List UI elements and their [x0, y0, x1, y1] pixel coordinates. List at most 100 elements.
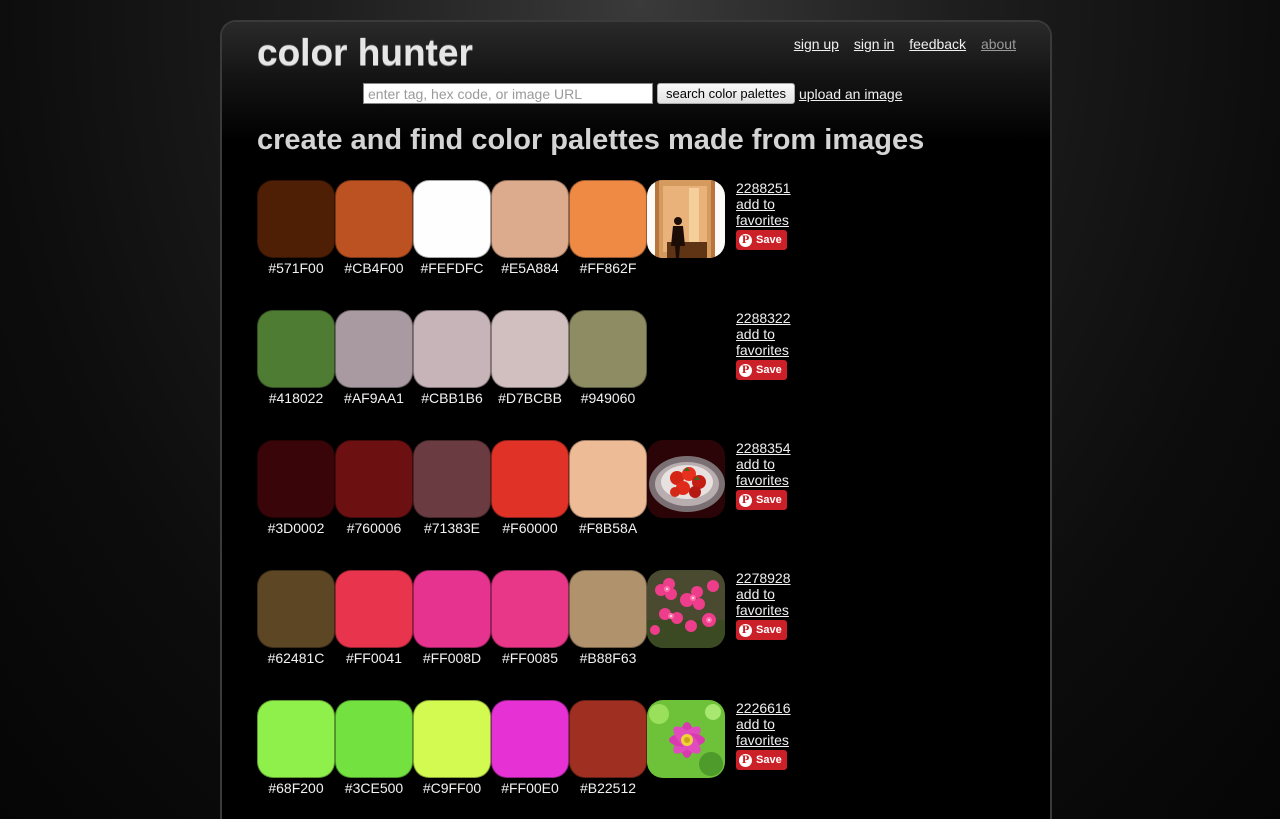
- color-chip[interactable]: [413, 440, 491, 518]
- swatch[interactable]: #D7BCBB: [491, 310, 569, 406]
- corridor-image: [647, 180, 725, 258]
- pinterest-save-button[interactable]: P Save: [736, 230, 787, 250]
- palette-id-link[interactable]: 2226616: [736, 700, 791, 716]
- palette-id-link[interactable]: 2288354: [736, 440, 791, 456]
- hex-label: #D7BCBB: [498, 390, 562, 406]
- palette-row: #62481C #FF0041 #FF008D #FF0085 #B88F63: [257, 570, 791, 700]
- swatch[interactable]: #CBB1B6: [413, 310, 491, 406]
- swatch[interactable]: #3D0002: [257, 440, 335, 536]
- color-chip[interactable]: [413, 180, 491, 258]
- color-chip[interactable]: [413, 570, 491, 648]
- palette-swatches: #418022 #AF9AA1 #CBB1B6 #D7BCBB #949060: [257, 310, 647, 406]
- color-chip[interactable]: [335, 440, 413, 518]
- swatch[interactable]: #F60000: [491, 440, 569, 536]
- color-chip[interactable]: [491, 440, 569, 518]
- swatch[interactable]: #CB4F00: [335, 180, 413, 276]
- palette-row: #571F00 #CB4F00 #FEFDFC #E5A884 #FF862F: [257, 180, 791, 310]
- save-label: Save: [756, 624, 782, 636]
- swatch[interactable]: #FF008D: [413, 570, 491, 666]
- color-chip[interactable]: [257, 180, 335, 258]
- palette-thumbnail-corridor[interactable]: [647, 180, 725, 258]
- palette-row: #3D0002 #760006 #71383E #F60000 #F8B58A: [257, 440, 791, 570]
- hex-label: #68F200: [268, 780, 324, 796]
- swatch[interactable]: #E5A884: [491, 180, 569, 276]
- pinterest-save-button[interactable]: P Save: [736, 620, 787, 640]
- color-chip[interactable]: [491, 180, 569, 258]
- color-chip[interactable]: [491, 310, 569, 388]
- pinterest-save-button[interactable]: P Save: [736, 750, 787, 770]
- swatch[interactable]: #AF9AA1: [335, 310, 413, 406]
- add-to-favorites-link[interactable]: add to favorites: [736, 586, 791, 618]
- hex-label: #3D0002: [267, 520, 325, 536]
- hex-label: #FF0041: [345, 650, 403, 666]
- add-to-favorites-link[interactable]: add to favorites: [736, 196, 791, 228]
- palette-thumbnail-pink-flowers[interactable]: [647, 570, 725, 648]
- color-chip[interactable]: [413, 310, 491, 388]
- swatch[interactable]: #FF0041: [335, 570, 413, 666]
- color-chip[interactable]: [569, 310, 647, 388]
- swatch[interactable]: #FEFDFC: [413, 180, 491, 276]
- add-to-favorites-link[interactable]: add to favorites: [736, 326, 791, 358]
- sign-in-link[interactable]: sign in: [854, 36, 894, 52]
- hex-label: #71383E: [423, 520, 481, 536]
- about-link[interactable]: about: [981, 36, 1016, 52]
- color-chip[interactable]: [413, 700, 491, 778]
- swatch[interactable]: #71383E: [413, 440, 491, 536]
- pinterest-save-button[interactable]: P Save: [736, 490, 787, 510]
- palette-id-link[interactable]: 2288322: [736, 310, 791, 326]
- swatch[interactable]: #B22512: [569, 700, 647, 796]
- palette-id-link[interactable]: 2278928: [736, 570, 791, 586]
- palette-thumbnail-cosmos-flower[interactable]: [647, 700, 725, 778]
- hex-label: #FF00E0: [501, 780, 559, 796]
- search-input[interactable]: [363, 83, 653, 104]
- pinterest-icon: P: [739, 753, 752, 767]
- hex-label: #418022: [268, 390, 324, 406]
- swatch[interactable]: #68F200: [257, 700, 335, 796]
- palette-swatches: #62481C #FF0041 #FF008D #FF0085 #B88F63: [257, 570, 647, 666]
- save-label: Save: [756, 234, 782, 246]
- color-chip[interactable]: [569, 700, 647, 778]
- color-chip[interactable]: [257, 570, 335, 648]
- swatch[interactable]: #571F00: [257, 180, 335, 276]
- swatch[interactable]: #760006: [335, 440, 413, 536]
- color-chip[interactable]: [257, 310, 335, 388]
- color-chip[interactable]: [491, 700, 569, 778]
- logo[interactable]: color hunter: [257, 32, 473, 74]
- color-chip[interactable]: [335, 310, 413, 388]
- palette-swatches: #571F00 #CB4F00 #FEFDFC #E5A884 #FF862F: [257, 180, 647, 276]
- palette-id-link[interactable]: 2288251: [736, 180, 791, 196]
- add-to-favorites-link[interactable]: add to favorites: [736, 716, 791, 748]
- search-button[interactable]: search color palettes: [657, 83, 795, 104]
- pinterest-save-button[interactable]: P Save: [736, 360, 787, 380]
- page-title: create and find color palettes made from…: [257, 124, 925, 156]
- color-chip[interactable]: [569, 440, 647, 518]
- color-chip[interactable]: [491, 570, 569, 648]
- color-chip[interactable]: [335, 180, 413, 258]
- color-chip[interactable]: [257, 440, 335, 518]
- color-chip[interactable]: [335, 570, 413, 648]
- color-chip[interactable]: [569, 180, 647, 258]
- swatch[interactable]: #62481C: [257, 570, 335, 666]
- palette-meta: 2288251 add to favorites P Save: [736, 180, 791, 250]
- top-nav: sign up sign in feedback about: [783, 36, 1016, 52]
- color-chip[interactable]: [569, 570, 647, 648]
- palette-thumbnail-strawberries[interactable]: [647, 440, 725, 518]
- swatch[interactable]: #B88F63: [569, 570, 647, 666]
- swatch[interactable]: #FF0085: [491, 570, 569, 666]
- save-label: Save: [756, 494, 782, 506]
- swatch[interactable]: #949060: [569, 310, 647, 406]
- add-to-favorites-link[interactable]: add to favorites: [736, 456, 791, 488]
- color-chip[interactable]: [335, 700, 413, 778]
- swatch[interactable]: #3CE500: [335, 700, 413, 796]
- swatch[interactable]: #418022: [257, 310, 335, 406]
- swatch[interactable]: #FF862F: [569, 180, 647, 276]
- swatch[interactable]: #FF00E0: [491, 700, 569, 796]
- color-chip[interactable]: [257, 700, 335, 778]
- swatch[interactable]: #F8B58A: [569, 440, 647, 536]
- swatch[interactable]: #C9FF00: [413, 700, 491, 796]
- palette-meta: 2278928 add to favorites P Save: [736, 570, 791, 640]
- sign-up-link[interactable]: sign up: [794, 36, 839, 52]
- hex-label: #949060: [580, 390, 636, 406]
- upload-image-link[interactable]: upload an image: [799, 86, 903, 102]
- feedback-link[interactable]: feedback: [909, 36, 966, 52]
